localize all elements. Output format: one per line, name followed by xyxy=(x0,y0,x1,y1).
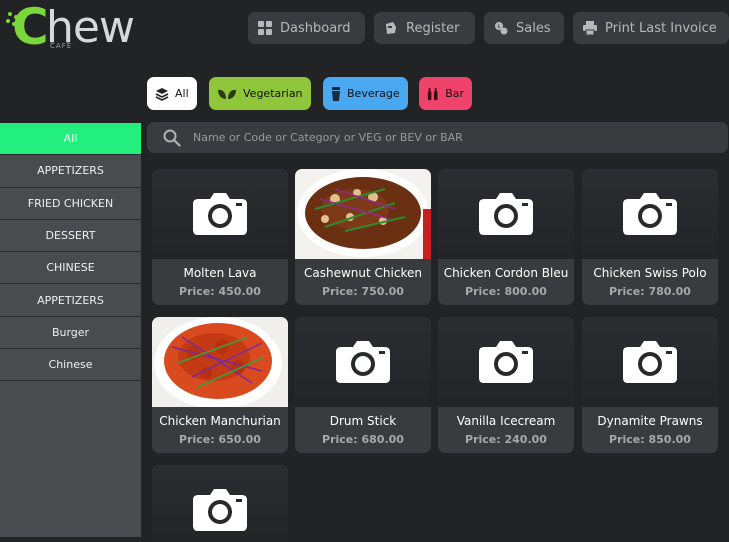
cashewnut-chicken-photo xyxy=(295,169,431,259)
search-bar xyxy=(147,122,728,153)
camera-icon xyxy=(623,341,677,383)
product-image xyxy=(152,465,288,542)
product-name: Drum Stick xyxy=(329,414,397,428)
sidebar-item-label: All xyxy=(63,132,78,146)
filter-vegetarian[interactable]: Vegetarian xyxy=(209,77,311,110)
product-card[interactable]: Molten Lava Price: 450.00 xyxy=(152,169,288,305)
search-input[interactable] xyxy=(193,131,693,144)
sidebar-item-dessert[interactable]: DESSERT xyxy=(0,220,141,253)
chew-cafe-logo: C hew CAFE xyxy=(6,0,146,56)
sidebar-item-chinese[interactable]: CHINESE xyxy=(0,252,141,285)
product-card[interactable]: Drum Stick Price: 680.00 xyxy=(295,317,431,453)
product-image xyxy=(152,169,288,259)
product-price: Price: 750.00 xyxy=(322,285,404,298)
product-name: Dynamite Prawns xyxy=(597,414,703,428)
product-price: Price: 650.00 xyxy=(179,433,261,446)
product-name: Chicken Cordon Bleu xyxy=(443,266,569,280)
product-card[interactable]: Chicken Cordon Bleu Price: 800.00 xyxy=(438,169,574,305)
product-price: Price: 450.00 xyxy=(179,285,261,298)
product-price: Price: 800.00 xyxy=(465,285,547,298)
product-name: Molten Lava xyxy=(183,266,257,280)
cup-icon xyxy=(332,86,340,101)
filter-vegetarian-label: Vegetarian xyxy=(243,87,303,100)
dashboard-button[interactable]: Dashboard xyxy=(248,12,365,44)
dashboard-label: Dashboard xyxy=(280,20,351,36)
leaf-icon xyxy=(218,89,236,99)
sidebar-item-label: APPETIZERS xyxy=(37,293,104,307)
print-last-invoice-button[interactable]: Print Last Invoice xyxy=(573,12,729,44)
product-name: Chicken Manchurian xyxy=(159,414,281,428)
product-image xyxy=(438,169,574,259)
product-price: Price: 240.00 xyxy=(465,433,547,446)
search-icon xyxy=(163,129,181,147)
product-image xyxy=(295,317,431,407)
print-icon xyxy=(583,21,597,35)
product-price: Price: 780.00 xyxy=(609,285,691,298)
filter-bar[interactable]: Bar xyxy=(419,77,472,110)
sidebar-item-label: DESSERT xyxy=(45,229,96,243)
print-label: Print Last Invoice xyxy=(605,20,717,36)
camera-icon xyxy=(479,341,533,383)
product-image xyxy=(438,317,574,407)
camera-icon xyxy=(336,341,390,383)
layers-icon xyxy=(155,87,169,101)
bottles-icon xyxy=(427,87,438,100)
product-card[interactable]: Vanilla Icecream Price: 240.00 xyxy=(438,317,574,453)
product-name: Cashewnut Chicken xyxy=(304,266,422,280)
register-button[interactable]: Register xyxy=(374,12,475,44)
sidebar-item-appetizers-2[interactable]: APPETIZERS xyxy=(0,284,141,317)
product-price: Price: 850.00 xyxy=(609,433,691,446)
camera-icon xyxy=(479,193,533,235)
sales-button[interactable]: $ Sales xyxy=(484,12,564,44)
filter-all[interactable]: All xyxy=(147,77,197,110)
sidebar-item-fried-chicken[interactable]: FRIED CHICKEN xyxy=(0,188,141,220)
product-name: Vanilla Icecream xyxy=(456,414,556,428)
svg-text:$: $ xyxy=(497,24,500,30)
sidebar-item-label: CHINESE xyxy=(46,261,95,275)
filter-bar-label: Bar xyxy=(445,87,464,100)
sidebar-item-label: Chinese xyxy=(48,358,93,372)
product-name: Chicken Swiss Polo xyxy=(593,266,707,280)
chicken-manchurian-photo xyxy=(152,317,288,407)
dashboard-icon xyxy=(258,21,272,35)
logo-c: C xyxy=(12,0,49,56)
product-image xyxy=(582,317,718,407)
sidebar-item-burger[interactable]: Burger xyxy=(0,317,141,350)
camera-icon xyxy=(193,488,247,531)
sales-label: Sales xyxy=(516,20,551,36)
register-icon xyxy=(386,22,396,34)
register-label: Register xyxy=(406,20,460,36)
sales-icon: $ xyxy=(495,22,508,35)
sidebar-item-label: APPETIZERS xyxy=(37,164,104,178)
product-card[interactable]: Chicken Swiss Polo Price: 780.00 xyxy=(582,169,718,305)
sidebar-item-label: FRIED CHICKEN xyxy=(27,196,114,210)
camera-icon xyxy=(623,193,677,235)
camera-icon xyxy=(193,193,247,235)
sidebar-item-all[interactable]: All xyxy=(0,123,141,156)
product-price: Price: 680.00 xyxy=(322,433,404,446)
product-card[interactable]: Cashewnut Chicken Price: 750.00 xyxy=(295,169,431,305)
product-card[interactable] xyxy=(152,465,288,542)
product-card[interactable]: Dynamite Prawns Price: 850.00 xyxy=(582,317,718,453)
logo-cafe: CAFE xyxy=(50,42,73,50)
product-card[interactable]: Chicken Manchurian Price: 650.00 xyxy=(152,317,288,453)
filter-all-label: All xyxy=(175,87,189,100)
sidebar-item-appetizers[interactable]: APPETIZERS xyxy=(0,155,141,188)
sidebar-item-label: Burger xyxy=(51,325,90,339)
sidebar-item-chinese-2[interactable]: Chinese xyxy=(0,349,141,382)
product-image xyxy=(582,169,718,259)
filter-beverage-label: Beverage xyxy=(347,87,400,100)
filter-beverage[interactable]: Beverage xyxy=(323,77,408,110)
category-sidebar: All APPETIZERS FRIED CHICKEN DESSERT CHI… xyxy=(0,123,141,537)
